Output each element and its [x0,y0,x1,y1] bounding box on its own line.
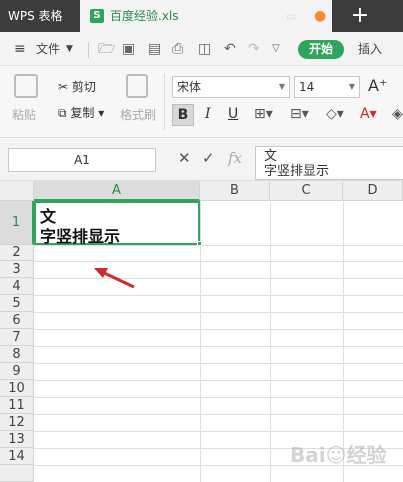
row-header-1[interactable]: 1 [0,201,34,245]
row-header-3[interactable]: 3 [0,261,34,278]
underline-button[interactable]: U [228,106,238,122]
column-header-d[interactable]: D [343,181,403,201]
paste-icon[interactable] [14,74,38,98]
row-header-12[interactable]: 12 [0,414,34,431]
row-header-10[interactable]: 10 [0,380,34,397]
export-pdf-icon[interactable]: ▤ [148,32,161,66]
chevron-down-icon: ▼ [348,82,355,91]
title-bar: WPS 表格 S 百度经验.xls ▭ ● + [0,0,403,32]
gridline [270,201,271,482]
monitor-icon[interactable]: ▭ [286,0,297,32]
fill-handle[interactable] [197,241,202,246]
file-menu[interactable]: 文件 [36,32,60,66]
gridline [34,329,403,330]
tab-insert[interactable]: 插入 [358,32,382,66]
open-folder-icon[interactable]: 🗁 [98,32,115,66]
menu-bar: ≡ 文件 ▼ 🗁 ▣ ▤ ⎙ ◫ ↶ ↷ ▽ 开始 插入 [0,32,403,66]
gridline [34,261,403,262]
print-icon[interactable]: ⎙ [172,32,183,66]
gridline [34,295,403,296]
borders-icon[interactable]: ⊞▾ [254,106,273,122]
gridline [34,414,403,415]
watermark-logo: Bai☺经验 [290,443,387,467]
save-icon[interactable]: ▣ [122,32,135,66]
tab-start[interactable]: 开始 [298,40,344,59]
function-icon[interactable]: fx [228,149,242,167]
row-header-8[interactable]: 8 [0,346,34,363]
font-name-select[interactable]: 宋体 ▼ [172,76,290,98]
gridline [34,397,403,398]
formula-line-1: 文 [264,149,278,164]
row-header-7[interactable]: 7 [0,329,34,346]
row-header-5[interactable]: 5 [0,295,34,312]
row-header-2[interactable]: 2 [0,245,34,261]
document-name: 百度经验.xls [110,9,179,23]
ribbon-toolbar: 粘贴 ✂ 剪切 ⧉ 复制 ▾ 格式刷 宋体 ▼ 14 ▼ A⁺ B I U ⊞▾… [0,66,403,138]
spreadsheet-grid[interactable]: A B C D 1 2 3 4 5 6 7 8 9 10 11 12 13 14… [0,181,403,482]
redo-icon[interactable]: ↷ [248,32,260,66]
chevron-down-icon: ▼ [278,82,285,91]
column-header-c[interactable]: C [270,181,343,201]
cancel-icon[interactable]: ✕ [178,149,191,167]
cell-a1[interactable]: 文 字竖排显示 [34,201,200,246]
notification-dot-icon[interactable]: ● [314,0,326,32]
merge-cells-icon[interactable]: ⊟▾ [290,106,309,122]
gridline [34,363,403,364]
copy-button[interactable]: ⧉ 复制 ▾ [58,104,104,121]
fill-color-icon[interactable]: ◇▾ [326,106,344,122]
undo-icon[interactable]: ↶ [224,32,236,66]
row-header-4[interactable]: 4 [0,278,34,295]
increase-font-icon[interactable]: A⁺ [368,76,387,95]
print-preview-icon[interactable]: ◫ [198,32,211,66]
paste-button[interactable]: 粘贴 [12,106,36,123]
format-painter-icon[interactable] [126,74,148,98]
name-box[interactable]: A1 [8,148,156,172]
gridline [34,380,403,381]
row-header-14[interactable]: 14 [0,448,34,465]
column-header-a[interactable]: A [34,181,200,201]
gridline [34,346,403,347]
scissors-icon: ✂ [58,80,72,94]
annotation-arrow [94,268,135,289]
row-header-15[interactable] [0,465,34,482]
column-header-b[interactable]: B [200,181,270,201]
chevron-down-icon[interactable]: ▼ [66,32,73,66]
divider [88,42,89,58]
row-header-9[interactable]: 9 [0,363,34,380]
font-size-select[interactable]: 14 ▼ [294,76,360,98]
divider [164,74,165,130]
formula-input[interactable]: 文 字竖排显示 [255,146,403,180]
clear-format-icon[interactable]: ◈ [392,106,403,122]
cell-a1-line-2: 字竖排显示 [40,227,121,246]
cut-button[interactable]: ✂ 剪切 [58,78,96,95]
row-header-6[interactable]: 6 [0,312,34,329]
gridline [34,431,403,432]
format-painter-button[interactable]: 格式刷 [120,106,156,123]
gridline [34,312,403,313]
cell-a1-line-1: 文 [40,207,57,226]
select-all-corner[interactable] [0,181,34,201]
formula-bar: A1 ✕ ✓ fx 文 字竖排显示 [0,139,403,181]
italic-button[interactable]: I [205,106,211,122]
row-header-11[interactable]: 11 [0,397,34,414]
row-header-13[interactable]: 13 [0,431,34,448]
customize-toolbar-icon[interactable]: ▽ [272,32,280,66]
copy-icon: ⧉ [58,106,71,120]
spreadsheet-icon: S [90,9,104,23]
new-tab-button[interactable]: + [345,0,375,32]
font-color-icon[interactable]: A▾ [360,106,377,122]
formula-line-2: 字竖排显示 [264,164,330,179]
menu-icon[interactable]: ≡ [14,32,26,66]
app-tab[interactable]: WPS 表格 [0,0,78,32]
confirm-icon[interactable]: ✓ [202,149,215,167]
bold-button[interactable]: B [172,104,194,126]
